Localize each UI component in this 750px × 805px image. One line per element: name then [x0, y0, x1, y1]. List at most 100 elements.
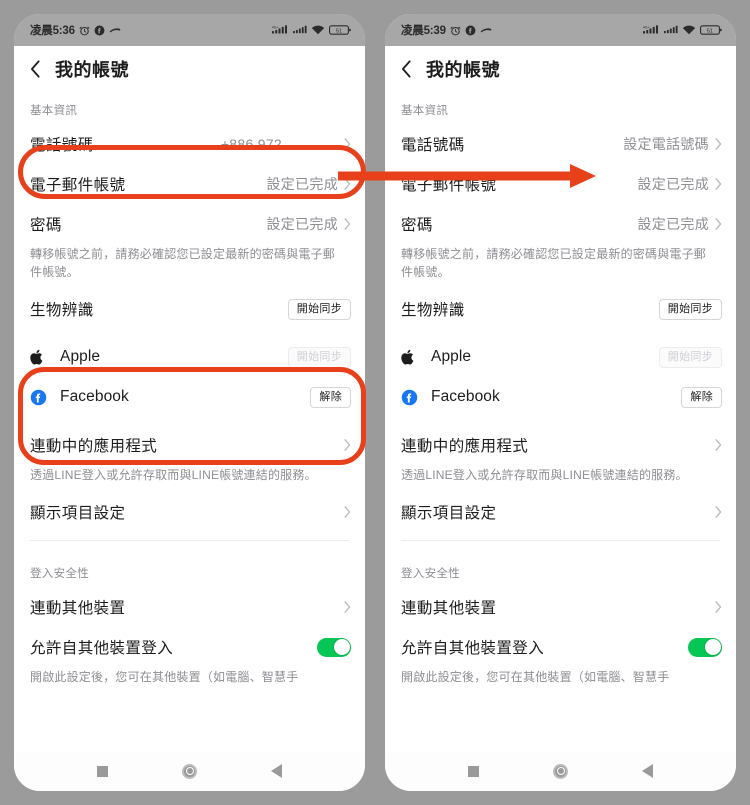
- back-triangle-icon[interactable]: [271, 764, 282, 778]
- row-label: Facebook: [60, 388, 129, 405]
- row-label: 電話號碼: [401, 137, 465, 154]
- allow-login-description: 開啟此設定後，您可在其他裝置（如電腦、智慧手: [401, 670, 670, 684]
- chevron-right-icon: [344, 439, 351, 451]
- android-nav-bar[interactable]: [14, 751, 365, 791]
- svg-text:4G+: 4G+: [272, 25, 279, 29]
- chevron-right-icon: [715, 138, 722, 150]
- row-biometrics[interactable]: 生物辨識 開始同步: [14, 289, 365, 329]
- home-icon[interactable]: [182, 763, 197, 779]
- row-email-account[interactable]: 電子郵件帳號 設定已完成: [14, 164, 365, 204]
- linked-apps-description: 透過LINE登入或允許存取而與LINE帳號連結的服務。: [401, 468, 688, 482]
- back-triangle-icon[interactable]: [642, 764, 653, 778]
- settings-list[interactable]: 基本資訊 電話號碼 +886 972 電子郵件帳號 設定已完成 密碼 設定已完成…: [14, 92, 365, 751]
- row-value: 設定已完成: [637, 176, 709, 192]
- row-facebook-account[interactable]: Facebook 解除: [385, 377, 736, 417]
- recents-icon[interactable]: [468, 765, 479, 777]
- page-title: 我的帳號: [55, 60, 129, 80]
- status-bar-left: 凌晨5:36: [30, 22, 121, 38]
- facebook-icon: [94, 25, 105, 35]
- status-bar-time: 凌晨5:36: [30, 25, 75, 37]
- status-bar-right: 4G+ 51: [272, 24, 351, 36]
- row-phone-number[interactable]: 電話號碼 +886 972: [14, 124, 365, 164]
- alarm-icon: [79, 26, 90, 35]
- back-icon[interactable]: [30, 60, 41, 78]
- row-allow-login-other-devices[interactable]: 允許自其他裝置登入: [14, 627, 365, 667]
- row-value: +886 972: [220, 136, 282, 152]
- section-label-basic-info: 基本資訊: [30, 105, 78, 117]
- facebook-unlink-button[interactable]: 解除: [310, 386, 351, 408]
- facebook-icon: [30, 389, 52, 406]
- row-link-other-devices[interactable]: 連動其他裝置: [385, 587, 736, 627]
- row-label: 連動其他裝置: [401, 600, 497, 617]
- row-value: 設定已完成: [637, 216, 709, 232]
- row-label: 允許自其他裝置登入: [401, 640, 545, 657]
- battery-level: 51: [336, 29, 342, 35]
- row-password[interactable]: 密碼 設定已完成: [14, 204, 365, 244]
- row-linked-apps[interactable]: 連動中的應用程式: [385, 425, 736, 465]
- apple-icon: [401, 348, 423, 366]
- row-value: 設定電話號碼: [623, 136, 709, 152]
- back-icon[interactable]: [401, 60, 412, 78]
- row-display-settings[interactable]: 顯示項目設定: [385, 492, 736, 532]
- chevron-right-icon: [715, 218, 722, 230]
- chevron-right-icon: [715, 178, 722, 190]
- battery-level: 51: [707, 29, 713, 35]
- row-label: 連動其他裝置: [30, 600, 126, 617]
- facebook-icon: [465, 25, 476, 35]
- row-email-account[interactable]: 電子郵件帳號 設定已完成: [385, 164, 736, 204]
- wifi-icon: [682, 25, 696, 35]
- row-facebook-account[interactable]: Facebook 解除: [14, 377, 365, 417]
- status-bar-left: 凌晨5:39: [401, 22, 492, 38]
- section-label-login-security: 登入安全性: [30, 568, 89, 580]
- toggle-knob: [704, 639, 721, 655]
- chevron-right-icon: [715, 506, 722, 518]
- android-nav-bar[interactable]: [385, 751, 736, 791]
- row-password[interactable]: 密碼 設定已完成: [385, 204, 736, 244]
- home-icon[interactable]: [553, 763, 568, 779]
- signal-1-icon: 4G+: [272, 25, 287, 34]
- row-apple-account[interactable]: Apple 開始同步: [385, 337, 736, 377]
- row-linked-apps[interactable]: 連動中的應用程式: [14, 425, 365, 465]
- chevron-right-icon: [344, 178, 351, 190]
- row-display-settings[interactable]: 顯示項目設定: [14, 492, 365, 532]
- start-sync-button[interactable]: 開始同步: [287, 298, 351, 320]
- row-biometrics[interactable]: 生物辨識 開始同步: [385, 289, 736, 329]
- row-label: 電子郵件帳號: [401, 177, 497, 194]
- row-label: 生物辨識: [30, 302, 94, 319]
- alarm-icon: [450, 26, 461, 35]
- apple-sync-button: 開始同步: [287, 346, 351, 368]
- chevron-right-icon: [344, 506, 351, 518]
- allow-login-toggle[interactable]: [317, 637, 351, 657]
- row-apple-account[interactable]: Apple 開始同步: [14, 337, 365, 377]
- phone-screen-after: 凌晨5:39 4G+ 51 我的帳號 基本資訊 電話號碼 設定電話號碼 電子郵件…: [385, 14, 736, 791]
- recents-icon[interactable]: [97, 765, 108, 777]
- page-title: 我的帳號: [426, 60, 500, 80]
- row-label: 電話號碼: [30, 137, 94, 154]
- row-label: Apple: [431, 348, 472, 365]
- row-label: 密碼: [30, 217, 62, 234]
- allow-login-toggle[interactable]: [688, 637, 722, 657]
- row-allow-login-other-devices[interactable]: 允許自其他裝置登入: [385, 627, 736, 667]
- app-bar: 我的帳號: [14, 46, 365, 92]
- settings-list[interactable]: 基本資訊 電話號碼 設定電話號碼 電子郵件帳號 設定已完成 密碼 設定已完成 轉…: [385, 92, 736, 751]
- chevron-right-icon: [344, 218, 351, 230]
- status-bar-right: 4G+ 51: [643, 24, 722, 36]
- row-link-other-devices[interactable]: 連動其他裝置: [14, 587, 365, 627]
- facebook-unlink-button[interactable]: 解除: [681, 386, 722, 408]
- chevron-right-icon: [344, 138, 351, 150]
- allow-login-description: 開啟此設定後，您可在其他裝置（如電腦、智慧手: [30, 670, 299, 684]
- app-bar: 我的帳號: [385, 46, 736, 92]
- start-sync-button[interactable]: 開始同步: [658, 298, 722, 320]
- phone-screen-before: 凌晨5:36 4G+ 51 我的帳號 基本資訊 電話號碼 +886 972 電子…: [14, 14, 365, 791]
- password-description: 轉移帳號之前，請務必確認您已設定最新的密碼與電子郵件帳號。: [30, 247, 336, 279]
- signal-2-icon: [664, 25, 678, 34]
- row-phone-number[interactable]: 電話號碼 設定電話號碼: [385, 124, 736, 164]
- wifi-icon: [311, 25, 325, 35]
- row-value: 設定已完成: [266, 176, 338, 192]
- svg-text:4G+: 4G+: [643, 25, 650, 29]
